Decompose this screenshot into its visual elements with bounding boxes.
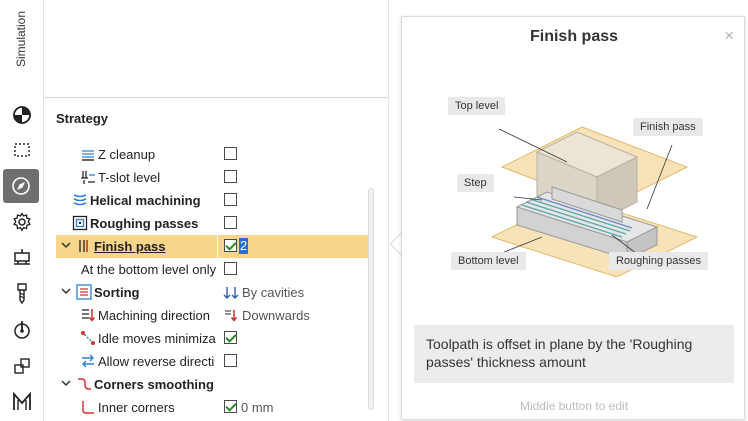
allow-reverse-direction-checkbox[interactable] (224, 354, 237, 367)
row-label: Corners smoothing (94, 377, 214, 392)
row-allow-reverse-direction[interactable]: Allow reverse directi (56, 350, 368, 373)
dashed-rectangle-icon[interactable] (8, 136, 36, 164)
tooltip-title: Finish pass (529, 28, 619, 45)
inner-corners-checkbox[interactable] (224, 400, 237, 413)
probe-icon[interactable] (8, 315, 36, 343)
row-t-slot-level[interactable]: T-slot level (56, 166, 368, 189)
row-label: Z cleanup (98, 147, 156, 162)
machine-icon[interactable] (8, 243, 36, 271)
row-z-cleanup[interactable]: Z cleanup (56, 143, 368, 166)
diagram-label-top-level: Top level (448, 97, 506, 115)
idle-moves-minimization-checkbox[interactable] (224, 331, 237, 344)
row-sorting[interactable]: Sorting By cavities (56, 281, 368, 304)
row-at-bottom-level-only[interactable]: At the bottom level only (56, 258, 368, 281)
finish-pass-icon (79, 240, 88, 252)
section-title-strategy: Strategy (56, 111, 109, 126)
row-idle-moves-minimization[interactable]: Idle moves minimiza (56, 327, 368, 350)
z-cleanup-icon (82, 150, 94, 161)
at-bottom-level-only-checkbox[interactable] (224, 262, 237, 275)
pie-chart-icon[interactable] (8, 101, 36, 129)
idle-moves-icon (81, 331, 95, 345)
tooltip-panel: Finish pass × Top level Finish pass Step… (401, 16, 745, 420)
row-roughing-passes[interactable]: Roughing passes (56, 212, 368, 235)
z-cleanup-checkbox[interactable] (224, 147, 237, 160)
tool-icon[interactable] (8, 279, 36, 307)
row-label: Roughing passes (90, 216, 199, 231)
machining-direction-value[interactable]: Downwards (242, 308, 310, 323)
empty-top-area (44, 0, 389, 98)
diagram-label-finish-pass: Finish pass (633, 118, 703, 136)
downwards-icon (225, 310, 237, 322)
helical-machining-checkbox[interactable] (224, 193, 237, 206)
diagram-label-step: Step (457, 174, 494, 192)
row-label: Helical machining (90, 193, 201, 208)
row-label: T-slot level (98, 170, 161, 185)
helix-icon (73, 194, 87, 206)
row-label: At the bottom level only (81, 262, 217, 277)
compass-icon[interactable] (3, 169, 39, 203)
row-label: Idle moves minimiza (98, 331, 216, 346)
gear-icon[interactable] (8, 208, 36, 236)
machining-direction-icon (82, 309, 96, 322)
tooltip-hint: Middle button to edit (519, 399, 629, 413)
row-label: Allow reverse directi (98, 354, 215, 369)
inner-corners-icon (82, 401, 94, 414)
blocks-icon[interactable] (8, 352, 36, 380)
sorting-value[interactable]: By cavities (242, 285, 304, 300)
row-label[interactable]: Finish pass (94, 239, 166, 254)
chevron-down-icon[interactable] (60, 377, 72, 389)
column-separator (217, 235, 218, 258)
sorting-icon (76, 284, 92, 300)
scrollbar[interactable] (368, 188, 374, 410)
t-slot-level-checkbox[interactable] (224, 170, 237, 183)
roughing-passes-checkbox[interactable] (224, 216, 237, 229)
simulation-tab-label: Simulation (14, 10, 28, 67)
by-cavities-icon (223, 287, 239, 299)
inner-corners-value[interactable]: 0 mm (241, 400, 274, 415)
left-toolbar: Simulation (0, 0, 44, 421)
corners-smoothing-icon (78, 378, 91, 390)
reverse-direction-icon (82, 354, 94, 368)
diagram-label-roughing-passes: Roughing passes (609, 252, 709, 270)
roughing-passes-icon (72, 215, 88, 231)
m-logo-icon (8, 388, 36, 416)
divider (44, 97, 389, 98)
row-label: Sorting (94, 285, 140, 300)
t-slot-icon (81, 171, 95, 184)
row-label: Inner corners (98, 400, 175, 415)
simulation-tab[interactable]: Simulation (0, 0, 44, 90)
row-finish-pass[interactable]: Finish pass 2 (56, 235, 368, 258)
row-helical-machining[interactable]: Helical machining (56, 189, 368, 212)
finish-pass-checkbox[interactable] (224, 239, 237, 252)
close-icon[interactable]: × (724, 26, 734, 46)
tooltip-description: Toolpath is offset in plane by the 'Roug… (414, 325, 734, 383)
row-machining-direction[interactable]: Machining direction Downwards (56, 304, 368, 327)
row-label: Machining direction (98, 308, 211, 323)
diagram-label-bottom-level: Bottom level (451, 252, 526, 270)
row-inner-corners[interactable]: Inner corners 0 mm (56, 396, 368, 419)
divider (388, 0, 389, 421)
finish-pass-count-input[interactable]: 2 (239, 238, 249, 254)
row-corners-smoothing[interactable]: Corners smoothing (56, 373, 368, 396)
chevron-down-icon[interactable] (60, 285, 72, 297)
chevron-down-icon[interactable] (60, 239, 72, 251)
